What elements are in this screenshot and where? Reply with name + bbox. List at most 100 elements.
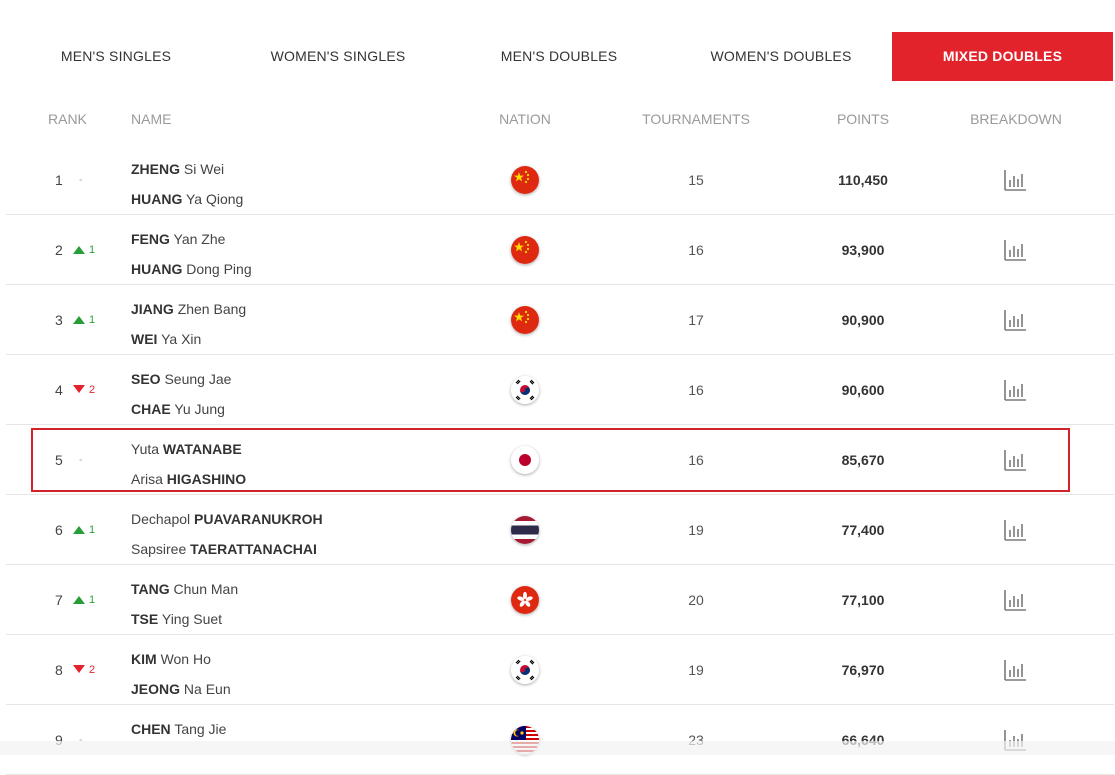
- hong-kong-flag-icon: [511, 586, 539, 614]
- breakdown-chart-icon[interactable]: [1003, 378, 1027, 402]
- points-value: 90,600: [841, 382, 885, 398]
- tournaments-count: 17: [688, 312, 704, 328]
- table-row[interactable]: 9 - CHEN Tang Jie 23 66,640: [6, 705, 1114, 775]
- given-name: Chun Man: [173, 581, 239, 597]
- table-row[interactable]: 1- ZHENG Si Wei HUANG Ya Qiong 15 110,450: [6, 145, 1114, 215]
- given-name: Yan Zhe: [173, 231, 226, 247]
- points-value: 77,400: [841, 522, 885, 538]
- table-row[interactable]: 6 1 Dechapol PUAVARANUKROH Sapsiree TAERATT…: [6, 495, 1114, 565]
- breakdown-chart-icon[interactable]: [1003, 168, 1027, 192]
- player-names[interactable]: Yuta WATANABE Arisa HIGASHINO: [131, 434, 246, 494]
- rank-number: 6: [55, 522, 63, 538]
- player-2-name[interactable]: CHAE Yu Jung: [131, 394, 231, 424]
- given-name: Si Wei: [183, 161, 225, 177]
- tab-mens-singles[interactable]: MEN'S SINGLES: [6, 32, 226, 81]
- surname: KIM: [131, 651, 157, 667]
- table-row[interactable]: 5 - Yuta WATANABE Arisa HIGASHINO 16 85,670: [6, 425, 1114, 495]
- player-1-name[interactable]: TANG Chun Man: [131, 574, 238, 604]
- table-row[interactable]: 7 1 TANG Chun Man TSE Ying Suet 20 77,100: [6, 565, 1114, 635]
- player-names[interactable]: CHEN Tang Jie: [131, 714, 226, 744]
- arrow-up-icon: [73, 316, 85, 324]
- tab-womens-doubles[interactable]: WOMEN'S DOUBLES: [671, 32, 891, 81]
- breakdown-chart-icon[interactable]: [1003, 518, 1027, 542]
- player-names[interactable]: TANG Chun Man TSE Ying Suet: [131, 574, 238, 634]
- player-names[interactable]: ZHENG Si Wei HUANG Ya Qiong: [131, 154, 243, 214]
- given-name: Dechapol: [131, 511, 191, 527]
- points-value: 76,970: [841, 662, 885, 678]
- points-value: 90,900: [841, 312, 885, 328]
- tab-womens-singles[interactable]: WOMEN'S SINGLES: [228, 32, 448, 81]
- player-1-name[interactable]: SEO Seung Jae: [131, 364, 231, 394]
- points-value: 110,450: [838, 172, 888, 188]
- arrow-down-icon: [73, 385, 85, 393]
- surname: TAERATTANACHAI: [190, 541, 317, 557]
- rank-number: 5: [55, 452, 63, 468]
- header-points: POINTS: [836, 111, 890, 127]
- rank-number: 3: [55, 312, 63, 328]
- header-rank: RANK: [48, 111, 87, 127]
- given-name: Sapsiree: [131, 541, 187, 557]
- table-row[interactable]: 8 2 KIM Won Ho JEONG Na Eun 19 76,970: [6, 635, 1114, 705]
- player-1-name[interactable]: JIANG Zhen Bang: [131, 294, 246, 324]
- rank-change-none: -: [79, 734, 83, 746]
- japan-flag-icon: [511, 446, 539, 474]
- player-names[interactable]: FENG Yan Zhe HUANG Dong Ping: [131, 224, 252, 284]
- rank-number: 9: [55, 732, 63, 748]
- rank-change-up: 1: [73, 215, 95, 285]
- tab-mixed-doubles[interactable]: MIXED DOUBLES: [892, 32, 1113, 81]
- player-1-name[interactable]: Yuta WATANABE: [131, 434, 246, 464]
- surname: TANG: [131, 581, 170, 597]
- surname: HUANG: [131, 261, 183, 277]
- header-nation: NATION: [499, 111, 551, 127]
- player-names[interactable]: SEO Seung Jae CHAE Yu Jung: [131, 364, 231, 424]
- player-2-name[interactable]: TSE Ying Suet: [131, 604, 238, 634]
- rank-change-up: 1: [73, 285, 95, 355]
- arrow-up-icon: [73, 596, 85, 604]
- breakdown-chart-icon[interactable]: [1003, 588, 1027, 612]
- points-value: 85,670: [841, 452, 885, 468]
- table-row[interactable]: 2 1 FENG Yan Zhe HUANG Dong Ping 16 93,900: [6, 215, 1114, 285]
- scroll-fade: [0, 741, 1115, 755]
- tab-mens-doubles[interactable]: MEN'S DOUBLES: [449, 32, 669, 81]
- player-1-name[interactable]: FENG Yan Zhe: [131, 224, 252, 254]
- table-row[interactable]: 3 1 JIANG Zhen Bang WEI Ya Xin 17 90,900: [6, 285, 1114, 355]
- player-2-name[interactable]: Sapsiree TAERATTANACHAI: [131, 534, 323, 564]
- player-2-name[interactable]: HUANG Dong Ping: [131, 254, 252, 284]
- player-names[interactable]: Dechapol PUAVARANUKROH Sapsiree TAERATTAN…: [131, 504, 323, 564]
- given-name: Arisa: [131, 471, 163, 487]
- header-name: NAME: [131, 111, 172, 127]
- arrow-down-icon: [73, 665, 85, 673]
- surname: FENG: [131, 231, 170, 247]
- surname: CHEN: [131, 721, 171, 737]
- player-names[interactable]: KIM Won Ho JEONG Na Eun: [131, 644, 231, 704]
- table-row[interactable]: 4 2 SEO Seung Jae CHAE Yu Jung 16 90,600: [6, 355, 1114, 425]
- surname: SEO: [131, 371, 161, 387]
- surname: WEI: [131, 331, 158, 347]
- table-header: RANK NAME NATION TOURNAMENTS POINTS BREA…: [0, 108, 1115, 130]
- player-2-name[interactable]: JEONG Na Eun: [131, 674, 231, 704]
- given-name: Won Ho: [160, 651, 211, 667]
- surname: CHAE: [131, 401, 171, 417]
- given-name: Zhen Bang: [177, 301, 247, 317]
- player-names[interactable]: JIANG Zhen Bang WEI Ya Xin: [131, 294, 246, 354]
- player-2-name[interactable]: HUANG Ya Qiong: [131, 184, 243, 214]
- player-1-name[interactable]: Dechapol PUAVARANUKROH: [131, 504, 323, 534]
- tournaments-count: 16: [688, 452, 704, 468]
- player-2-name[interactable]: WEI Ya Xin: [131, 324, 246, 354]
- china-flag-icon: [511, 166, 539, 194]
- tournaments-count: 15: [688, 172, 704, 188]
- breakdown-chart-icon[interactable]: [1003, 448, 1027, 472]
- breakdown-chart-icon[interactable]: [1003, 308, 1027, 332]
- player-1-name[interactable]: CHEN Tang Jie: [131, 714, 226, 744]
- player-1-name[interactable]: ZHENG Si Wei: [131, 154, 243, 184]
- rank-change-none: -: [79, 454, 83, 466]
- player-1-name[interactable]: KIM Won Ho: [131, 644, 231, 674]
- rank-number: 4: [55, 382, 63, 398]
- breakdown-chart-icon[interactable]: [1003, 658, 1027, 682]
- given-name: Ya Qiong: [185, 191, 244, 207]
- player-2-name[interactable]: Arisa HIGASHINO: [131, 464, 246, 494]
- breakdown-chart-icon[interactable]: [1003, 238, 1027, 262]
- points-value: 66,640: [841, 732, 885, 748]
- given-name: Ying Suet: [161, 611, 223, 627]
- rank-change-up: 1: [73, 565, 95, 635]
